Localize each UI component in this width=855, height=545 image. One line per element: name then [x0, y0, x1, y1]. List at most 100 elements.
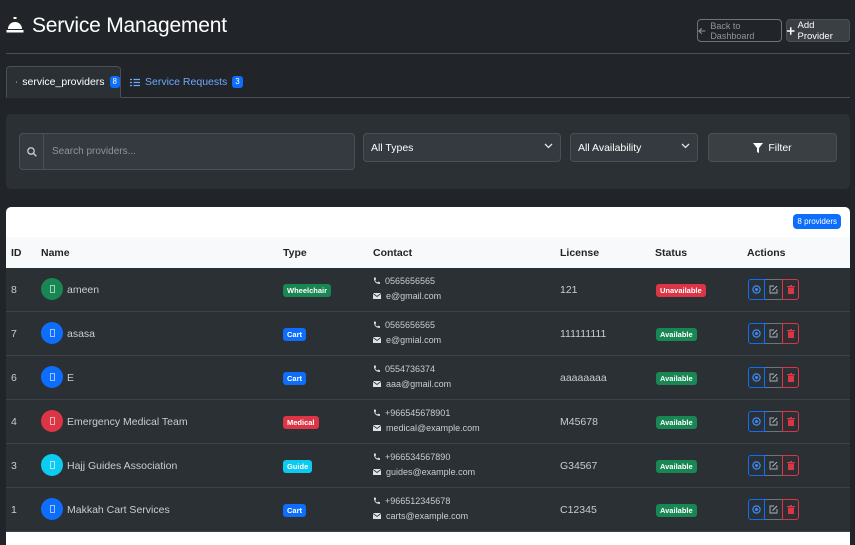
trash-icon [786, 461, 795, 470]
contact-email: e@gmail.com [373, 291, 441, 301]
edit-button[interactable] [765, 367, 782, 388]
edit-icon [769, 505, 778, 514]
delete-button[interactable] [782, 411, 799, 432]
user-icon [49, 461, 55, 469]
envelope-icon [373, 381, 381, 387]
eye-icon [752, 373, 761, 382]
row-id: 8 [11, 284, 17, 296]
availability-select[interactable]: All Availability [570, 133, 698, 162]
delete-button[interactable] [782, 323, 799, 344]
back-to-dashboard-button[interactable]: Back to Dashboard [697, 19, 782, 42]
chevron-down-icon [681, 143, 690, 149]
search-input[interactable] [44, 134, 354, 169]
tab-service-providers[interactable]: service_providers 8 [6, 66, 121, 98]
edit-button[interactable] [765, 279, 782, 300]
envelope-icon [373, 337, 381, 343]
tab-service-requests[interactable]: Service Requests 3 [130, 66, 243, 98]
type-badge: Cart [283, 504, 307, 517]
type-select[interactable]: All Types [363, 133, 561, 162]
phone-icon [373, 277, 380, 284]
add-provider-button[interactable]: Add Provider [786, 19, 850, 42]
column-header: ID [11, 247, 22, 259]
status-badge: Available [656, 328, 697, 341]
phone-text: 0565656565 [385, 320, 436, 330]
providers-count-badge: 8 providers [793, 214, 841, 229]
envelope-icon [373, 469, 381, 475]
avatar [41, 278, 63, 300]
column-header: Type [283, 247, 307, 259]
column-header: Name [41, 247, 70, 259]
trash-icon [786, 505, 795, 514]
table-row: 8 ameen Wheelchair 0565656565 e@gmail.co… [6, 268, 850, 312]
user-icon [49, 329, 55, 337]
phone-icon [373, 409, 380, 416]
delete-button[interactable] [782, 455, 799, 476]
status-badge: Unavailable [656, 284, 706, 297]
row-license: 111111111 [560, 328, 607, 340]
row-id: 6 [11, 372, 17, 384]
contact-phone: +966545678901 [373, 408, 450, 418]
type-badge: Cart [283, 328, 307, 341]
type-badge: Cart [283, 372, 307, 385]
email-text: carts@example.com [386, 511, 469, 521]
delete-button[interactable] [782, 499, 799, 520]
table-row: 3 Hajj Guides Association Guide +9665345… [6, 444, 850, 488]
eye-icon [752, 417, 761, 426]
eye-icon [752, 505, 761, 514]
contact-phone: 0565656565 [373, 320, 435, 330]
status-badge: Available [656, 416, 697, 429]
filter-button[interactable]: Filter [708, 133, 837, 162]
contact-phone: +966534567890 [373, 452, 450, 462]
table-row: 7 asasa Cart 0565656565 e@gmial.com 1111… [6, 312, 850, 356]
edit-icon [769, 285, 778, 294]
view-button[interactable] [748, 279, 765, 300]
card-header: 8 providers [6, 207, 850, 237]
view-button[interactable] [748, 323, 765, 344]
list-check-icon [130, 78, 140, 86]
phone-text: +966512345678 [385, 496, 451, 506]
header-divider [6, 53, 850, 54]
edit-button[interactable] [765, 411, 782, 432]
arrow-left-icon [698, 27, 706, 34]
user-icon [49, 373, 55, 381]
column-header: Contact [373, 247, 413, 259]
providers-table-card: 8 providers ID Name Type Contact License… [6, 207, 850, 545]
page-header: Service Management Back to Dashboard Add… [0, 0, 855, 54]
eye-icon [752, 285, 761, 294]
envelope-icon [373, 293, 381, 299]
view-button[interactable] [748, 411, 765, 432]
row-actions [748, 279, 799, 300]
table-header: ID Name Type Contact License Status Acti… [6, 237, 850, 268]
status-badge: Available [656, 504, 697, 517]
tabs-bar: service_providers 8 Service Requests 3 [6, 66, 850, 98]
contact-phone: 0565656565 [373, 276, 435, 286]
delete-button[interactable] [782, 367, 799, 388]
column-header: License [560, 247, 600, 259]
type-badge: Wheelchair [283, 284, 332, 297]
view-button[interactable] [748, 455, 765, 476]
type-select-value: All Types [371, 141, 414, 154]
envelope-icon [373, 425, 381, 431]
row-name: Emergency Medical Team [67, 416, 188, 428]
row-actions [748, 499, 799, 520]
edit-icon [769, 373, 778, 382]
column-header: Actions [747, 247, 786, 259]
edit-button[interactable] [765, 499, 782, 520]
edit-icon [769, 461, 778, 470]
trash-icon [786, 417, 795, 426]
row-license: aaaaaaaa [560, 372, 607, 384]
edit-button[interactable] [765, 455, 782, 476]
page-title: Service Management [32, 14, 227, 37]
search-icon-addon [20, 134, 44, 169]
view-button[interactable] [748, 499, 765, 520]
edit-button[interactable] [765, 323, 782, 344]
row-actions [748, 455, 799, 476]
envelope-icon [373, 513, 381, 519]
view-button[interactable] [748, 367, 765, 388]
column-header: Status [655, 247, 688, 259]
delete-button[interactable] [782, 279, 799, 300]
avatar [41, 454, 63, 476]
table-row: 6 E Cart 0554736374 aaa@gmail.com aaaaaa… [6, 356, 850, 400]
email-text: e@gmail.com [386, 291, 442, 301]
row-name: ameen [67, 284, 100, 296]
